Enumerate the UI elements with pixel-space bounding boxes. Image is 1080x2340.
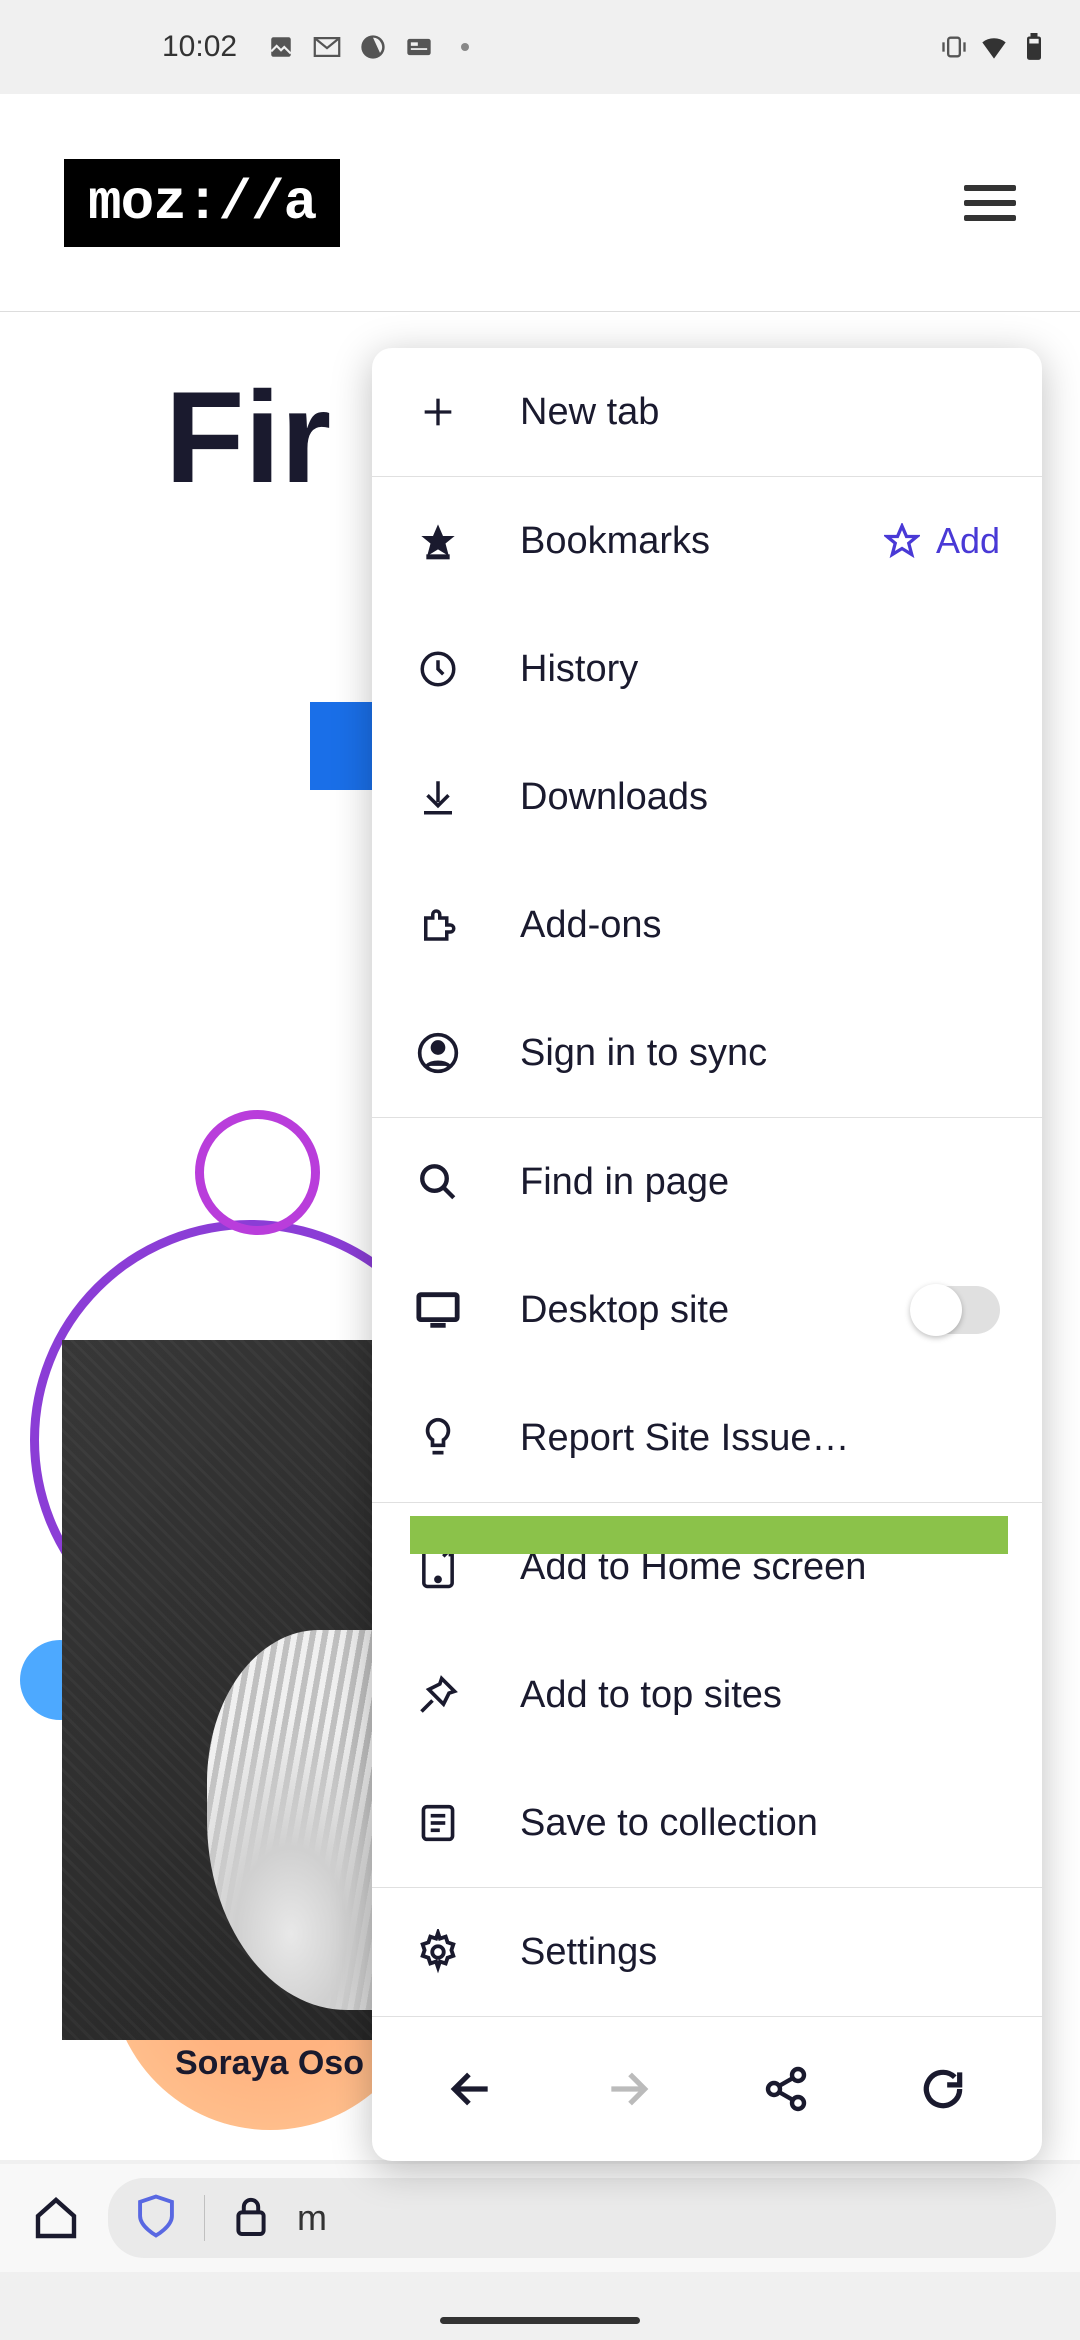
url-text: m bbox=[297, 2197, 327, 2239]
menu-label: Desktop site bbox=[520, 1289, 910, 1332]
bulb-icon bbox=[414, 1414, 462, 1462]
menu-label: Settings bbox=[520, 1931, 1000, 1974]
wifi-icon bbox=[980, 33, 1008, 61]
menu-label: History bbox=[520, 648, 1000, 691]
highlight-overlay bbox=[410, 1516, 1008, 1554]
status-time: 10:02 bbox=[162, 30, 237, 64]
address-pill[interactable]: m bbox=[108, 2178, 1056, 2258]
shield-icon bbox=[136, 2193, 176, 2244]
status-right bbox=[940, 33, 1048, 61]
battery-icon bbox=[1020, 33, 1048, 61]
menu-label: Sign in to sync bbox=[520, 1032, 1000, 1075]
bookmark-add-button[interactable]: Add bbox=[884, 520, 1000, 562]
bookmark-icon bbox=[414, 517, 462, 565]
firefox-icon bbox=[359, 33, 387, 61]
collection-icon bbox=[414, 1799, 462, 1847]
menu-label: Bookmarks bbox=[520, 520, 884, 563]
add-label: Add bbox=[936, 520, 1000, 562]
desktop-site-toggle[interactable] bbox=[910, 1286, 1000, 1334]
download-icon bbox=[414, 773, 462, 821]
search-icon bbox=[414, 1158, 462, 1206]
news-icon bbox=[405, 33, 433, 61]
status-bar: 10:02 bbox=[0, 0, 1080, 94]
history-icon bbox=[414, 645, 462, 693]
menu-label: Save to collection bbox=[520, 1802, 1000, 1845]
menu-desktop-site[interactable]: Desktop site bbox=[372, 1246, 1042, 1374]
menu-bookmarks[interactable]: Bookmarks Add bbox=[372, 477, 1042, 605]
vibrate-icon bbox=[940, 33, 968, 61]
page-header: moz://a bbox=[0, 94, 1080, 312]
photos-icon bbox=[267, 33, 295, 61]
browser-menu: New tab Bookmarks Add History Downloads … bbox=[372, 348, 1042, 2161]
plus-icon bbox=[414, 388, 462, 436]
menu-history[interactable]: History bbox=[372, 605, 1042, 733]
menu-settings[interactable]: Settings bbox=[372, 1888, 1042, 2016]
menu-label: Add-ons bbox=[520, 904, 1000, 947]
menu-label: Find in page bbox=[520, 1161, 1000, 1204]
nav-reload-button[interactable] bbox=[915, 2061, 971, 2117]
menu-downloads[interactable]: Downloads bbox=[372, 733, 1042, 861]
pin-icon bbox=[414, 1671, 462, 1719]
menu-label: Report Site Issue… bbox=[520, 1417, 1000, 1460]
account-icon bbox=[414, 1029, 462, 1077]
menu-add-top-sites[interactable]: Add to top sites bbox=[372, 1631, 1042, 1759]
menu-label: New tab bbox=[520, 391, 1000, 434]
site-menu-button[interactable] bbox=[964, 185, 1016, 221]
status-left: 10:02 bbox=[32, 30, 479, 64]
desktop-icon bbox=[414, 1286, 462, 1334]
nav-share-button[interactable] bbox=[758, 2061, 814, 2117]
gmail-icon bbox=[313, 33, 341, 61]
menu-sync[interactable]: Sign in to sync bbox=[372, 989, 1042, 1117]
url-bar: m bbox=[0, 2164, 1080, 2272]
nav-forward-button[interactable] bbox=[600, 2061, 656, 2117]
mozilla-logo[interactable]: moz://a bbox=[64, 159, 340, 247]
lock-icon bbox=[233, 2194, 269, 2243]
menu-find[interactable]: Find in page bbox=[372, 1118, 1042, 1246]
menu-label: Add to top sites bbox=[520, 1674, 1000, 1717]
menu-save-collection[interactable]: Save to collection bbox=[372, 1759, 1042, 1887]
menu-label: Downloads bbox=[520, 776, 1000, 819]
puzzle-icon bbox=[414, 901, 462, 949]
home-button[interactable] bbox=[24, 2186, 88, 2250]
menu-nav-row bbox=[372, 2016, 1042, 2161]
menu-new-tab[interactable]: New tab bbox=[372, 348, 1042, 476]
dot-icon bbox=[451, 33, 479, 61]
separator bbox=[204, 2195, 205, 2241]
gesture-handle[interactable] bbox=[440, 2317, 640, 2324]
menu-report-issue[interactable]: Report Site Issue… bbox=[372, 1374, 1042, 1502]
photo-caption: Soraya Oso bbox=[175, 2044, 364, 2083]
nav-back-button[interactable] bbox=[443, 2061, 499, 2117]
menu-addons[interactable]: Add-ons bbox=[372, 861, 1042, 989]
gear-icon bbox=[414, 1928, 462, 1976]
